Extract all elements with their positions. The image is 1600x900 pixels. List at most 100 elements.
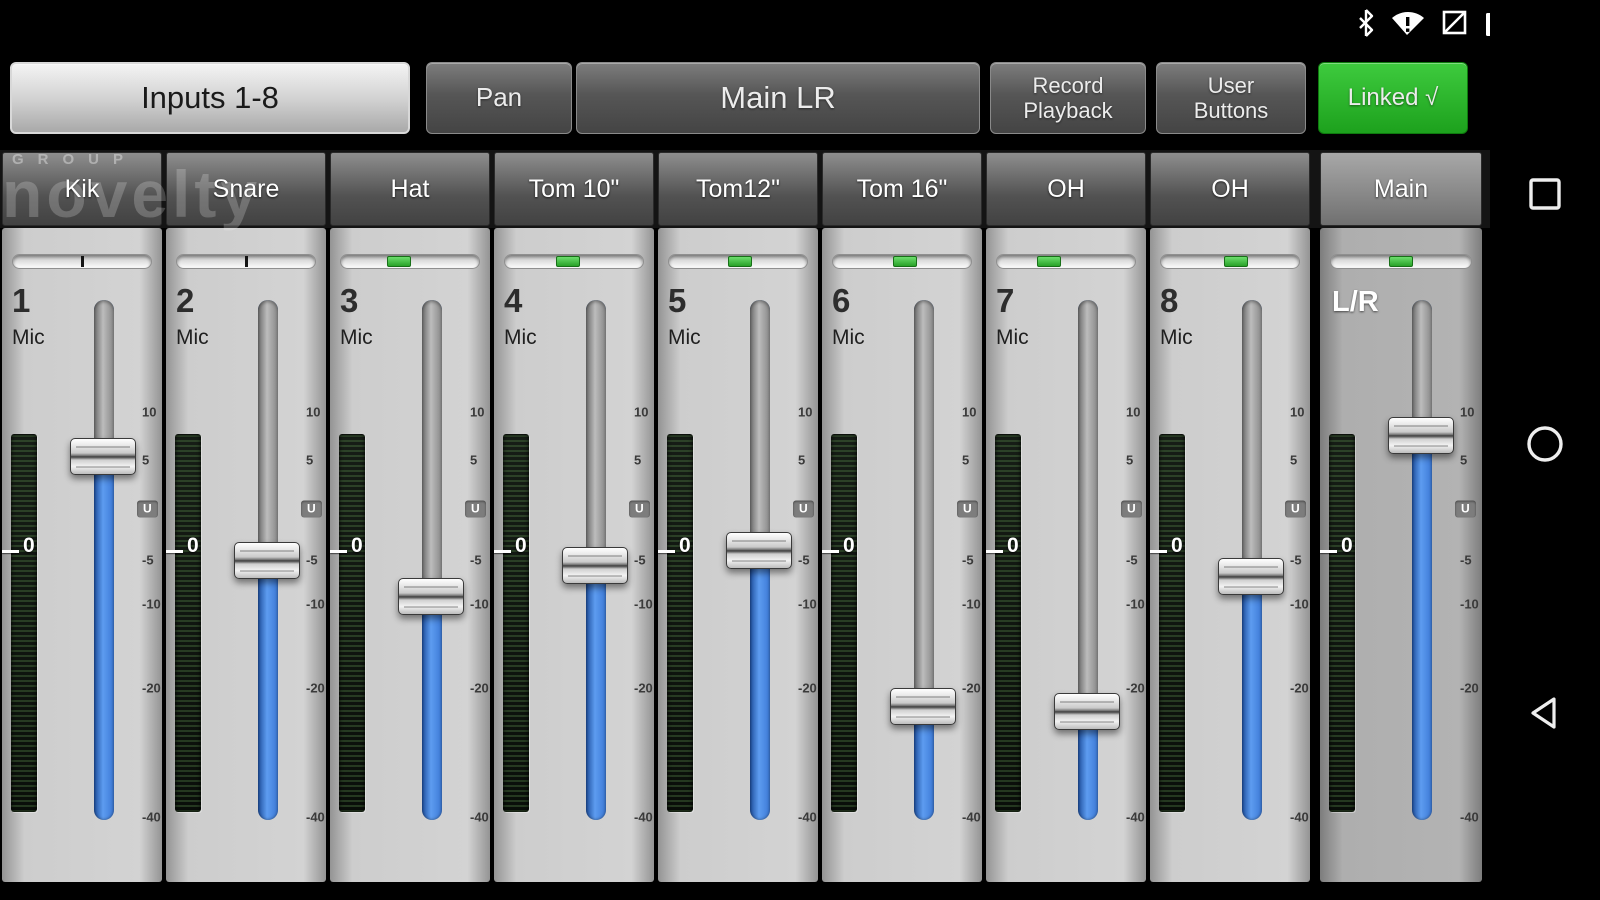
channel-number: 6 <box>832 282 850 320</box>
pan-slider[interactable] <box>1330 254 1472 269</box>
user-buttons-line1: User <box>1208 73 1254 98</box>
linked-toggle-button[interactable]: Linked √ <box>1318 62 1468 134</box>
fader-cap[interactable] <box>890 688 956 725</box>
fader-scale--5: -5 <box>962 553 974 568</box>
channel-number: 3 <box>340 282 358 320</box>
pan-slider[interactable] <box>340 254 480 269</box>
fader-scale--10: -10 <box>1460 597 1479 612</box>
fader-track-upper <box>1412 300 1432 435</box>
inputs-1-8-label: Inputs 1-8 <box>141 80 279 116</box>
fader-scale--10: -10 <box>306 597 325 612</box>
fader-track-upper <box>586 300 606 565</box>
fader-scale--10: -10 <box>798 597 817 612</box>
fader-scale-5: 5 <box>1126 453 1133 468</box>
linked-toggle-label: Linked √ <box>1348 84 1439 112</box>
channel-name-header[interactable]: Tom 10" <box>494 152 654 226</box>
channel-strip-2: 2 Mic 0 105U-5-10-20-40 <box>166 228 326 882</box>
back-icon[interactable] <box>1526 694 1564 732</box>
fader: 105U-5-10-20-40 <box>66 300 162 820</box>
fader-cap[interactable] <box>1218 558 1284 595</box>
fader-scale--5: -5 <box>142 553 154 568</box>
home-icon[interactable] <box>1525 424 1565 464</box>
record-playback-line2: Playback <box>1023 98 1112 123</box>
channel-source-label: Mic <box>340 326 373 350</box>
channel-name-header[interactable]: OH <box>986 152 1146 226</box>
fader-cap[interactable] <box>398 578 464 615</box>
meter-zero-label: 0 <box>515 534 527 558</box>
pan-slider[interactable] <box>832 254 972 269</box>
fader-scale-unity: U <box>465 501 486 518</box>
level-meter <box>175 434 201 812</box>
pan-slider[interactable] <box>1160 254 1300 269</box>
fader-cap[interactable] <box>234 542 300 579</box>
fader-cap[interactable] <box>1054 693 1120 730</box>
meter-zero-label: 0 <box>1171 534 1183 558</box>
pan-marker <box>556 256 580 267</box>
user-buttons-button[interactable]: User Buttons <box>1156 62 1306 134</box>
pan-slider[interactable] <box>176 254 316 269</box>
meter-zero-tick <box>658 550 675 553</box>
fader-scale-10: 10 <box>1290 405 1304 420</box>
pan-marker <box>387 256 411 267</box>
fader-track-upper <box>422 300 442 596</box>
main-lr-button-label: Main LR <box>720 80 835 116</box>
meter-zero-tick <box>822 550 839 553</box>
channel-number: 4 <box>504 282 522 320</box>
fader-scale--5: -5 <box>306 553 318 568</box>
fader-scale-10: 10 <box>962 405 976 420</box>
main-lr-button[interactable]: Main LR <box>576 62 980 134</box>
channel-number: 2 <box>176 282 194 320</box>
level-meter <box>1329 434 1355 812</box>
pan-button[interactable]: Pan <box>426 62 572 134</box>
mixer-strips: 1 Mic 0 105U-5-10-20-40 2 Mic 0 105U-5-1… <box>0 228 1490 882</box>
fader: 105U-5-10-20-40 <box>886 300 982 820</box>
meter-zero-tick <box>330 550 347 553</box>
fader-cap[interactable] <box>726 532 792 569</box>
fader-scale--20: -20 <box>1126 681 1145 696</box>
fader-track-upper <box>94 300 114 456</box>
fader-cap[interactable] <box>70 438 136 475</box>
record-playback-button[interactable]: Record Playback <box>990 62 1146 134</box>
fader-cap[interactable] <box>1388 417 1454 454</box>
channel-source-label: Mic <box>832 326 865 350</box>
pan-slider[interactable] <box>504 254 644 269</box>
fader-scale--20: -20 <box>962 681 981 696</box>
channel-name-header[interactable]: Tom12" <box>658 152 818 226</box>
fader-scale-5: 5 <box>306 453 313 468</box>
pan-slider[interactable] <box>12 254 152 269</box>
channel-number: 1 <box>12 282 30 320</box>
main-strip-header[interactable]: Main <box>1320 152 1482 226</box>
meter-zero-tick <box>1320 550 1337 553</box>
meter-zero-label: 0 <box>679 534 691 558</box>
fader-scale-10: 10 <box>142 405 156 420</box>
channel-name-header[interactable]: Snare <box>166 152 326 226</box>
recents-icon[interactable] <box>1527 176 1563 212</box>
fader-scale--20: -20 <box>142 681 161 696</box>
channel-name-header[interactable]: Tom 16" <box>822 152 982 226</box>
channel-name-header[interactable]: OH <box>1150 152 1310 226</box>
fader-scale-unity: U <box>1285 501 1306 518</box>
fader-scale--40: -40 <box>962 810 981 825</box>
inputs-1-8-button[interactable]: Inputs 1-8 <box>10 62 410 134</box>
fader-track-upper <box>750 300 770 550</box>
fader-scale--5: -5 <box>634 553 646 568</box>
level-meter <box>831 434 857 812</box>
fader-scale-5: 5 <box>962 453 969 468</box>
channel-source-label: Mic <box>996 326 1029 350</box>
channel-name-header[interactable]: Kik <box>2 152 162 226</box>
fader-scale-unity: U <box>957 501 978 518</box>
pan-marker <box>245 256 248 267</box>
fader-scale--5: -5 <box>1126 553 1138 568</box>
fader-cap[interactable] <box>562 547 628 584</box>
fader-scale--20: -20 <box>798 681 817 696</box>
fader-scale--40: -40 <box>142 810 161 825</box>
pan-slider[interactable] <box>996 254 1136 269</box>
fader-track-upper <box>1078 300 1098 711</box>
channel-name-header[interactable]: Hat <box>330 152 490 226</box>
meter-zero-label: 0 <box>23 534 35 558</box>
fader: 105U-5-10-20-40 <box>722 300 818 820</box>
main-strip: L/R 0 105U-5-10-20-40 <box>1320 228 1482 882</box>
pan-slider[interactable] <box>668 254 808 269</box>
fader-scale-unity: U <box>629 501 650 518</box>
fader: 105U-5-10-20-40 <box>1384 300 1480 820</box>
